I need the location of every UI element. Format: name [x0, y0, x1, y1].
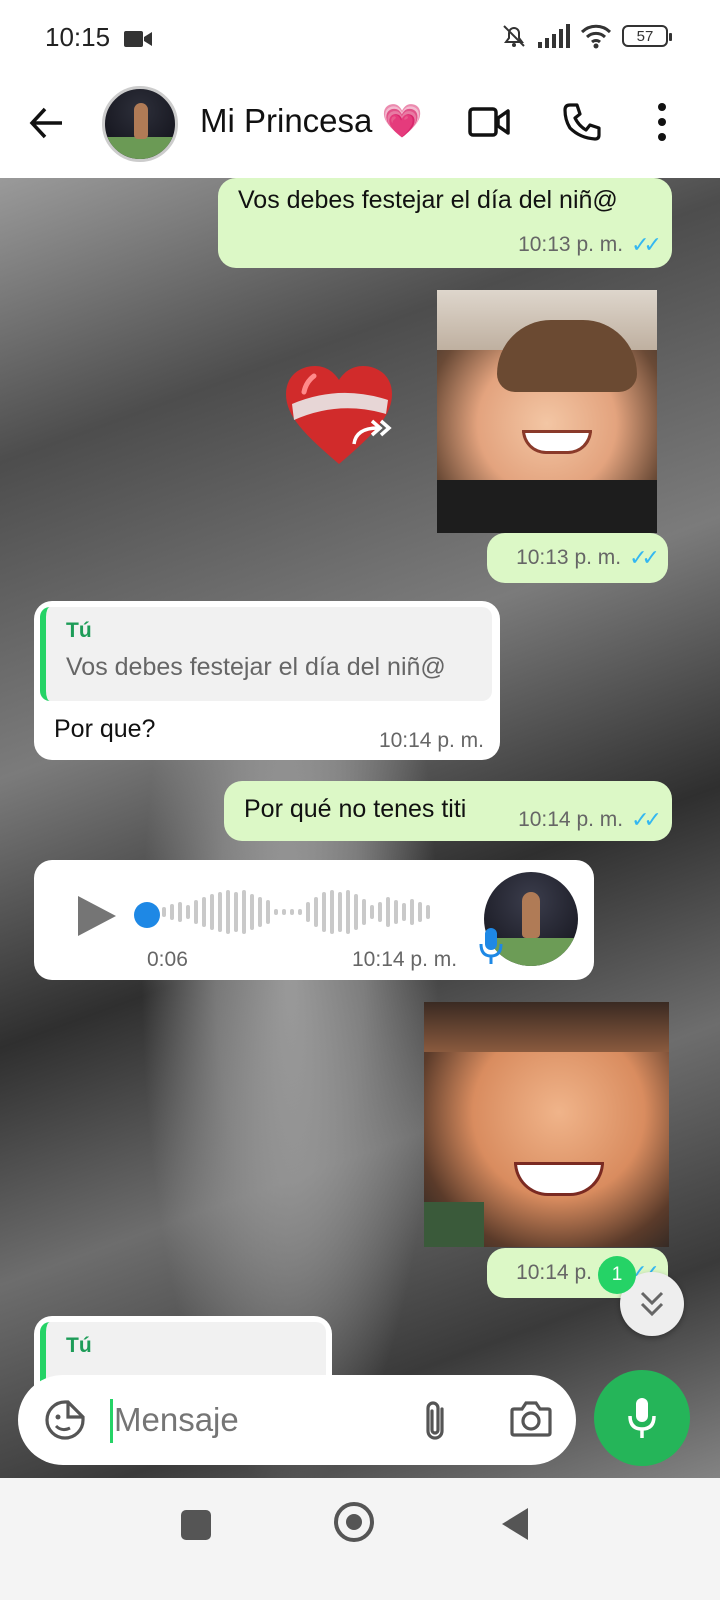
voice-record-button[interactable] [594, 1370, 690, 1466]
nav-back-icon[interactable] [500, 1506, 530, 1542]
video-recording-icon [124, 31, 152, 47]
contact-name[interactable]: Mi Princesa 💗 [200, 102, 423, 141]
message-outgoing[interactable]: Por qué no tenes titi 10:14 p. m. ✓✓ [224, 781, 672, 841]
wifi-icon [580, 24, 612, 49]
chat-header: Mi Princesa 💗 [0, 78, 720, 178]
message-time: 10:14 p. m. [352, 948, 458, 971]
voice-message[interactable]: 0:06 10:14 p. m. [34, 860, 594, 980]
status-bar: 10:15 57 [0, 0, 720, 78]
system-nav-bar [0, 1478, 720, 1600]
video-call-icon[interactable] [468, 106, 510, 138]
message-incoming[interactable]: Tú Vos debes festejar el día del niñ@ Po… [34, 601, 500, 760]
message-outgoing-meta: 10:13 p. m. ✓✓ [487, 533, 668, 583]
heart-sticker[interactable] [284, 364, 394, 468]
message-text: Vos debes festejar el día del niñ@ [238, 186, 618, 214]
recents-button[interactable] [181, 1510, 211, 1540]
double-check-icon: ✓✓ [631, 232, 662, 257]
back-arrow-icon[interactable] [28, 104, 66, 142]
more-options-icon[interactable] [656, 102, 668, 142]
chat-area[interactable]: Vos debes festejar el día del niñ@ 10:13… [0, 178, 720, 1498]
camera-icon[interactable] [510, 1399, 552, 1437]
status-time: 10:15 [45, 22, 111, 52]
forward-icon[interactable] [350, 418, 394, 448]
signal-icon [538, 24, 570, 48]
contact-avatar[interactable] [102, 86, 178, 162]
double-check-icon: ✓✓ [631, 807, 662, 832]
message-time: 10:13 p. m. [516, 546, 622, 569]
message-meta: 10:14 p. m. ✓✓ [518, 807, 662, 833]
message-text: Por qué no tenes titi [244, 795, 467, 823]
quoted-author: Tú [66, 619, 92, 642]
status-icons: 57 [500, 22, 672, 50]
message-time: 10:13 p. m. [518, 233, 624, 256]
battery-icon: 57 [622, 25, 672, 47]
double-chevron-down-icon [640, 1291, 664, 1317]
message-meta: 10:13 p. m. ✓✓ [518, 232, 662, 258]
mic-small-icon [479, 928, 503, 964]
image-message[interactable] [424, 1002, 669, 1247]
sticker-icon[interactable] [44, 1399, 86, 1441]
message-input[interactable] [114, 1395, 394, 1445]
double-check-icon: ✓✓ [629, 545, 660, 570]
message-text: Por que? [54, 715, 156, 743]
message-outgoing[interactable]: Vos debes festejar el día del niñ@ 10:13… [218, 178, 672, 268]
home-button[interactable] [334, 1502, 374, 1542]
message-time: 10:14 p. m. [378, 729, 484, 752]
quoted-author: Tú [66, 1334, 92, 1357]
unread-count-badge[interactable]: 1 [598, 1256, 636, 1294]
play-icon[interactable] [74, 894, 118, 938]
attach-icon[interactable] [418, 1399, 452, 1443]
image-message[interactable] [437, 290, 657, 533]
quoted-message[interactable]: Tú Vos debes festejar el día del niñ@ [40, 607, 492, 701]
voice-duration: 0:06 [147, 948, 188, 971]
voice-waveform[interactable] [162, 890, 430, 934]
message-input-bar [18, 1375, 576, 1465]
text-caret [110, 1399, 113, 1443]
quoted-text: Vos debes festejar el día del niñ@ [66, 653, 446, 681]
voice-call-icon[interactable] [562, 102, 602, 142]
battery-level: 57 [636, 27, 654, 45]
message-time: 10:14 p. m. [518, 808, 624, 831]
mic-icon [628, 1398, 656, 1438]
mute-bell-icon [503, 25, 525, 47]
voice-progress-dot[interactable] [134, 902, 160, 928]
